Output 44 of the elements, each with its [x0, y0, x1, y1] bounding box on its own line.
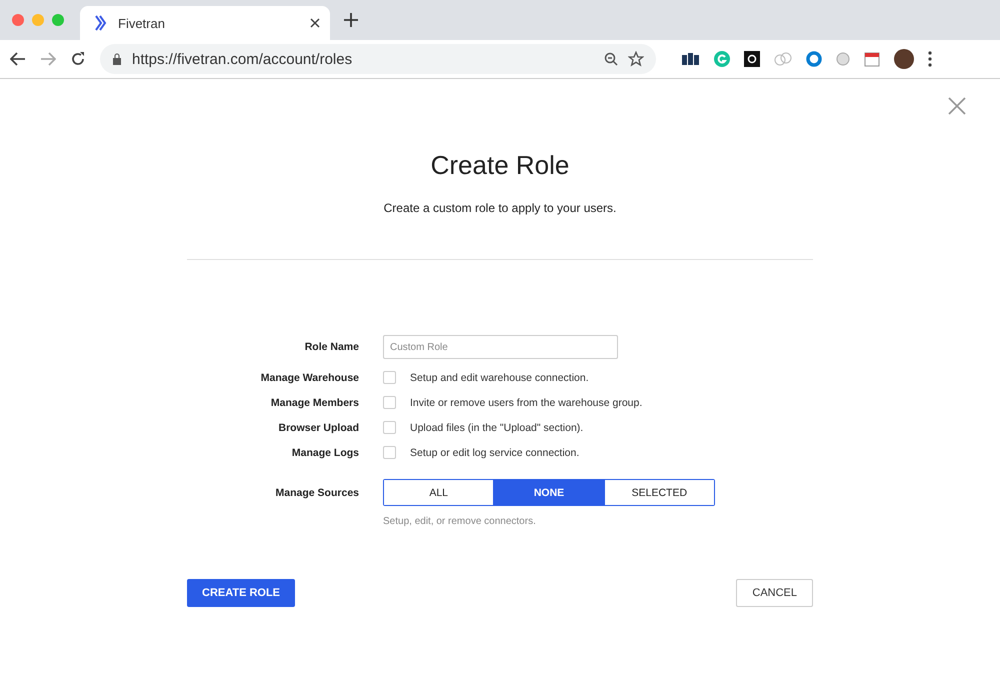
avatar-icon[interactable]: [894, 49, 914, 69]
square-icon[interactable]: [744, 51, 760, 67]
menu-icon[interactable]: [928, 51, 932, 67]
url-text: https://fivetran.com/account/roles: [132, 50, 354, 68]
lock-icon: [112, 53, 122, 65]
checkbox[interactable]: [383, 446, 396, 459]
segment-option[interactable]: SELECTED: [604, 480, 714, 505]
role-name-input[interactable]: Custom Role: [383, 335, 618, 359]
star-icon[interactable]: [628, 51, 644, 67]
forward-arrow-icon[interactable]: [40, 52, 56, 66]
permission-description: Setup and edit warehouse connection.: [410, 372, 589, 384]
checkbox[interactable]: [383, 396, 396, 409]
field-label: Role Name: [304, 341, 359, 353]
new-tab-icon[interactable]: [344, 13, 358, 27]
address-bar[interactable]: https://fivetran.com/account/roles: [100, 44, 656, 74]
field-label: Browser Upload: [277, 422, 359, 434]
circle-icon[interactable]: [836, 52, 850, 66]
field-label: Manage Logs: [290, 446, 359, 458]
g-circle-icon[interactable]: [714, 51, 730, 67]
dialog-subtitle: Create a custom role to apply to your users.: [382, 201, 618, 215]
dialog-title: Create Role: [430, 150, 570, 181]
field-label: Manage Members: [270, 396, 359, 408]
help-text: Setup, edit, or remove connectors.: [383, 516, 537, 527]
calendar-icon[interactable]: [864, 51, 880, 67]
permission-description: Invite or remove users from the warehouse group.: [410, 396, 642, 408]
ring-icon[interactable]: [806, 51, 822, 67]
close-tab-icon[interactable]: [310, 18, 320, 28]
field-label: Manage Warehouse: [260, 372, 359, 384]
field-label: Manage Sources: [274, 486, 359, 498]
zoom-icon[interactable]: [604, 52, 618, 66]
close-window-icon[interactable]: [12, 14, 24, 26]
checkbox[interactable]: [383, 371, 396, 384]
back-arrow-icon[interactable]: [10, 52, 26, 66]
permission-description: Setup or edit log service connection.: [410, 446, 580, 458]
create-role-button[interactable]: CREATE ROLE: [187, 579, 296, 607]
books-icon[interactable]: [682, 52, 700, 66]
permission-description: Upload files (in the "Upload" section).: [410, 422, 584, 434]
cancel-button[interactable]: CANCEL: [736, 579, 813, 607]
checkbox[interactable]: [383, 421, 396, 434]
logo-icon: [94, 15, 108, 31]
reload-icon[interactable]: [70, 51, 86, 67]
browser-tab[interactable]: Fivetran: [80, 6, 330, 40]
tab-title: Fivetran: [118, 16, 166, 30]
segment-option[interactable]: NONE: [493, 480, 604, 505]
